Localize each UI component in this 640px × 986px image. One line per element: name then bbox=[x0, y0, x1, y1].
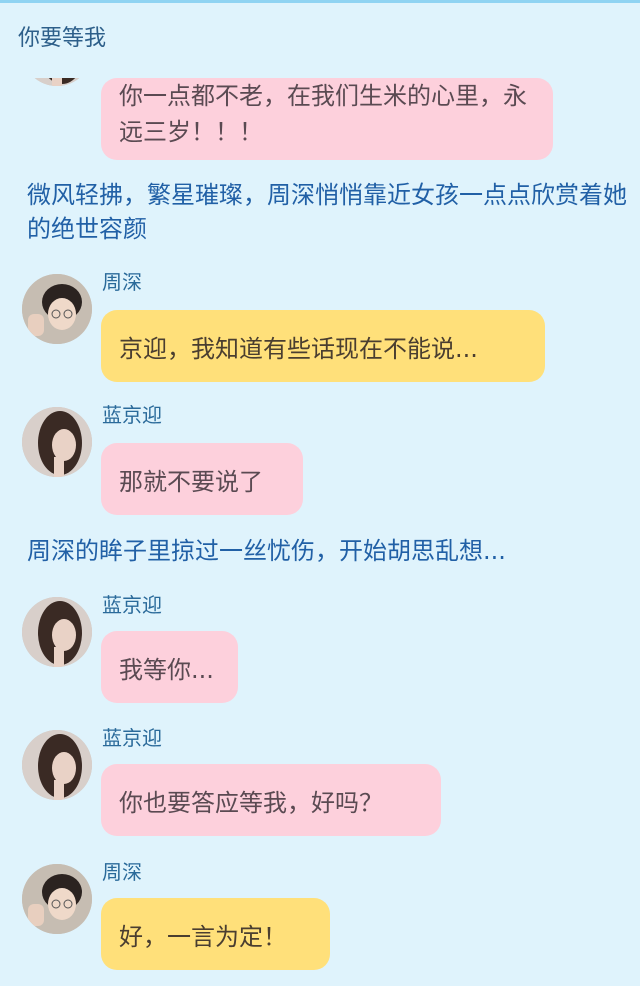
chat-bubble-text: 好，一言为定！ bbox=[119, 922, 287, 951]
chat-bubble-text: 我等你... bbox=[119, 655, 214, 684]
chat-bubble: 那就不要说了 bbox=[101, 443, 303, 515]
lanjingying-avatar-icon[interactable] bbox=[22, 78, 92, 86]
lanjingying-avatar-icon[interactable] bbox=[22, 597, 92, 667]
chat-bubble: 好，一言为定！ bbox=[101, 898, 330, 970]
narration-text: 微风轻拂，繁星璀璨，周深悄悄靠近女孩一点点欣赏着她的绝世容颜 bbox=[27, 181, 627, 243]
speaker-name: 周深 bbox=[102, 270, 142, 294]
chat-bubble-text: 你也要答应等我，好吗？ bbox=[119, 788, 383, 817]
lanjingying-avatar-icon[interactable] bbox=[22, 730, 92, 800]
speaker-name: 蓝京迎 bbox=[102, 403, 162, 427]
speaker-name: 蓝京迎 bbox=[102, 726, 162, 750]
speaker-name: 蓝京迎 bbox=[102, 593, 162, 617]
narration-text: 周深的眸子里掠过一丝忧伤，开始胡思乱想... bbox=[27, 537, 506, 565]
zhoushen-avatar-icon[interactable] bbox=[22, 864, 92, 934]
chat-bubble-text: 那就不要说了 bbox=[119, 467, 263, 496]
chat-bubble: 你一点都不老，在我们生米的心里，永远三岁！！！ bbox=[101, 78, 553, 160]
zhoushen-avatar-icon[interactable] bbox=[22, 274, 92, 344]
speaker-name: 周深 bbox=[102, 860, 142, 884]
chat-bubble: 京迎，我知道有些话现在不能说... bbox=[101, 310, 545, 382]
chat-bubble: 你也要答应等我，好吗？ bbox=[101, 764, 441, 836]
lanjingying-avatar-icon[interactable] bbox=[22, 407, 92, 477]
page-title: 你要等我 bbox=[18, 26, 107, 51]
chat-bubble-text: 你一点都不老，在我们生米的心里，永远三岁！！！ bbox=[119, 82, 527, 146]
chat-feed[interactable]: 你一点都不老，在我们生米的心里，永远三岁！！！ 微风轻拂，繁星璀璨，周深悄悄靠近… bbox=[0, 78, 640, 986]
chat-bubble-text: 京迎，我知道有些话现在不能说... bbox=[119, 334, 478, 363]
chat-bubble: 我等你... bbox=[101, 631, 238, 703]
top-accent-bar bbox=[0, 0, 640, 3]
